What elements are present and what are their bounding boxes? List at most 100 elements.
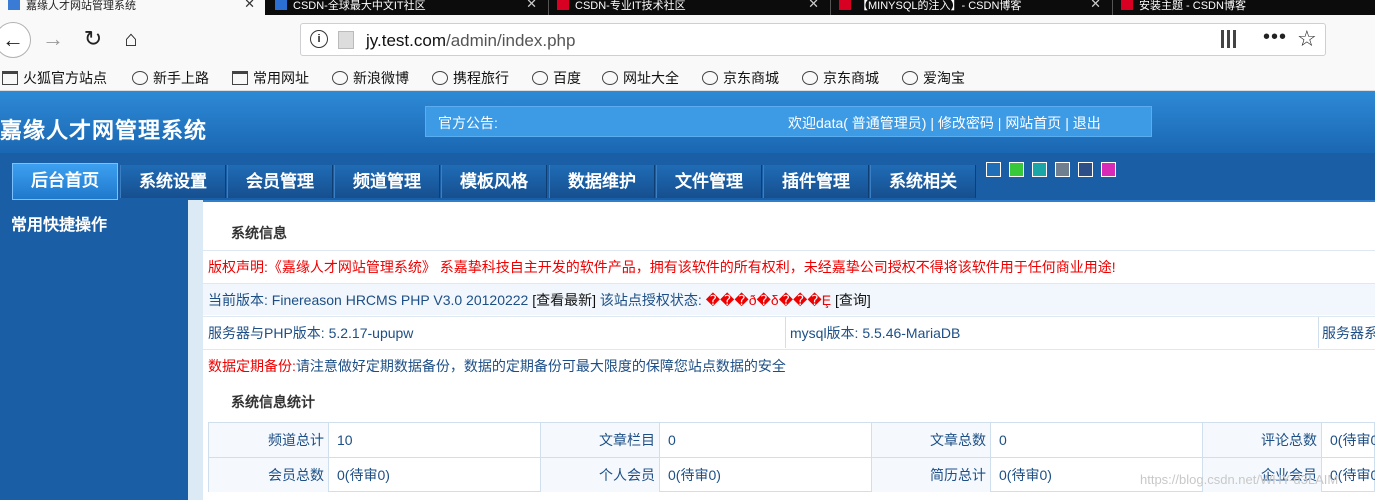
bookmark-item[interactable]: 常用网址 <box>232 68 309 88</box>
info-icon[interactable]: i <box>310 30 328 48</box>
backup-row: 数据定期备份:请注意做好定期数据备份，数据的定期备份可最大限度的保障您站点数据的… <box>203 349 1375 381</box>
cell-divider <box>785 317 786 348</box>
theme-swatch-green[interactable] <box>1009 162 1024 177</box>
stat-value: 0 <box>668 432 676 448</box>
back-arrow-icon[interactable]: ← <box>0 22 31 58</box>
bookmark-item[interactable]: 京东商城 <box>802 68 879 88</box>
forward-arrow-icon[interactable]: → <box>38 24 68 54</box>
close-icon[interactable]: ✕ <box>526 0 537 10</box>
browser-tab-bar: 嘉缘人才网站管理系统 ✕ CSDN-全球最大中文IT社区 ✕ CSDN-专业IT… <box>0 0 1375 15</box>
bookmark-item[interactable]: 新浪微博 <box>332 68 409 88</box>
stat-value: 10 <box>337 432 353 448</box>
theme-swatch-gray[interactable] <box>1055 162 1070 177</box>
server-row: 服务器与PHP版本: 5.2.17-upupw mysql版本: 5.5.46-… <box>203 316 1375 348</box>
check-latest-link[interactable]: [查看最新] <box>532 292 596 308</box>
menu-item-home[interactable]: 后台首页 <box>12 163 118 200</box>
bookmark-item[interactable]: 百度 <box>532 68 581 88</box>
user-links: 欢迎data( 普通管理员) | 修改密码 | 网站首页 | 退出 <box>788 113 1101 133</box>
site-title: 嘉缘人才网管理系统 <box>0 118 208 143</box>
theme-swatch-blue[interactable] <box>986 162 1001 177</box>
close-icon[interactable]: ✕ <box>808 0 819 10</box>
menu-item-members[interactable]: 会员管理 <box>227 165 333 198</box>
favicon-icon <box>839 0 851 10</box>
stat-label: 会员总数 <box>209 458 329 492</box>
bookmark-label: 京东商城 <box>823 70 879 86</box>
server-php-value: 5.2.17-upupw <box>328 325 414 341</box>
theme-swatch-navy[interactable] <box>1078 162 1093 177</box>
stat-label: 频道总计 <box>209 423 329 457</box>
query-link[interactable]: [查询] <box>835 292 871 308</box>
favicon-icon <box>1121 0 1133 10</box>
globe-icon <box>902 71 918 85</box>
browser-tab[interactable]: 【MINYSQL的注入】- CSDN博客 ✕ <box>831 0 1111 15</box>
stats-title: 系统信息统计 <box>231 394 315 410</box>
stat-value: 0 <box>999 432 1007 448</box>
menu-item-plugins[interactable]: 插件管理 <box>763 165 869 198</box>
home-icon[interactable]: ⌂ <box>116 24 146 54</box>
favicon-icon <box>8 0 20 10</box>
license-status: ���ð�δ���Ȩ <box>705 292 832 308</box>
bookmark-star-icon[interactable]: ☆ <box>1297 26 1317 52</box>
bookmark-item[interactable]: 京东商城 <box>702 68 779 88</box>
sidebar: 常用快捷操作 <box>0 200 188 500</box>
admin-header: 嘉缘人才网管理系统 官方公告: 欢迎data( 普通管理员) | 修改密码 | … <box>0 91 1375 153</box>
site-home-link[interactable]: 网站首页 <box>1005 115 1061 131</box>
logout-link[interactable]: 退出 <box>1073 115 1101 131</box>
license-label: 该站点授权状态: <box>599 292 702 308</box>
browser-tab[interactable]: CSDN-全球最大中文IT社区 ✕ <box>267 0 547 15</box>
bookmark-item[interactable]: 携程旅行 <box>432 68 509 88</box>
server-php-label: 服务器与PHP版本: <box>208 325 325 341</box>
address-bar[interactable]: i jy.test.com/admin/index.php ••• ☆ <box>300 23 1326 56</box>
mysql-value: 5.5.46-MariaDB <box>862 325 961 341</box>
version-row: 当前版本: Finereason HRCMS PHP V3.0 20120222… <box>203 283 1375 315</box>
stat-value: 0(待审0) <box>668 467 721 483</box>
copyright-row: 版权声明:《嘉缘人才网站管理系统》 系嘉挚科技自主开发的软件产品，拥有该软件的所… <box>203 250 1375 282</box>
browser-tab[interactable]: CSDN-专业IT技术社区 ✕ <box>549 0 829 15</box>
qr-code-icon[interactable] <box>1221 30 1239 48</box>
reload-icon[interactable]: ↻ <box>78 24 108 54</box>
url-text[interactable]: jy.test.com/admin/index.php <box>366 31 575 51</box>
sidebar-title[interactable]: 常用快捷操作 <box>11 211 107 235</box>
separator: | <box>997 115 1002 131</box>
favicon-icon <box>557 0 569 10</box>
menu-item-templates[interactable]: 模板风格 <box>441 165 547 198</box>
change-password-link[interactable]: 修改密码 <box>938 115 994 131</box>
bookmark-label: 常用网址 <box>253 70 309 86</box>
tab-label: 【MINYSQL的注入】- CSDN博客 <box>857 0 1022 12</box>
more-options-icon[interactable]: ••• <box>1263 26 1287 49</box>
bookmark-label: 火狐官方站点 <box>23 70 107 86</box>
bookmark-item[interactable]: 网址大全 <box>602 68 679 88</box>
bookmark-label: 新手上路 <box>153 70 209 86</box>
watermark: https://blog.csdn.net/WHY-d3LAIM <box>1140 472 1339 487</box>
bookmarks-toolbar: 火狐官方站点 新手上路 常用网址 新浪微博 携程旅行 百度 网址大全 京东商城 … <box>0 66 1375 91</box>
server-os-label: 服务器系 <box>1322 325 1375 341</box>
version-label: 当前版本: <box>208 292 268 308</box>
stat-label: 简历总计 <box>871 458 991 492</box>
separator: | <box>1065 115 1069 131</box>
browser-tab[interactable]: 安装主题 - CSDN博客 <box>1113 0 1375 15</box>
browser-toolbar: ← → ↻ ⌂ i jy.test.com/admin/index.php ••… <box>0 15 1375 66</box>
mysql-label: mysql版本: <box>790 325 859 341</box>
server-php-info: 服务器与PHP版本: 5.2.17-upupw <box>208 317 413 348</box>
menu-item-data-maintenance[interactable]: 数据维护 <box>549 165 655 198</box>
close-icon[interactable]: ✕ <box>1090 0 1101 10</box>
bookmark-item[interactable]: 爱淘宝 <box>902 68 965 88</box>
menu-item-files[interactable]: 文件管理 <box>656 165 762 198</box>
bookmark-item[interactable]: 火狐官方站点 <box>2 68 107 88</box>
menu-item-system-related[interactable]: 系统相关 <box>870 165 976 198</box>
tab-label: 嘉缘人才网站管理系统 <box>26 0 136 12</box>
menu-item-channels[interactable]: 频道管理 <box>334 165 440 198</box>
backup-label: 数据定期备份: <box>208 358 296 374</box>
bookmark-item[interactable]: 新手上路 <box>132 68 209 88</box>
theme-swatch-teal[interactable] <box>1032 162 1047 177</box>
stat-label: 个人会员 <box>540 458 660 492</box>
bookmark-label: 爱淘宝 <box>923 70 965 86</box>
notice-bar: 官方公告: 欢迎data( 普通管理员) | 修改密码 | 网站首页 | 退出 <box>425 106 1152 137</box>
system-info-title: 系统信息 <box>231 225 287 241</box>
close-icon[interactable]: ✕ <box>244 0 255 10</box>
version-info: 当前版本: Finereason HRCMS PHP V3.0 20120222… <box>208 284 871 315</box>
menu-item-system-settings[interactable]: 系统设置 <box>120 165 226 198</box>
globe-icon <box>432 71 448 85</box>
browser-tab-active[interactable]: 嘉缘人才网站管理系统 ✕ <box>0 0 265 15</box>
theme-swatch-magenta[interactable] <box>1101 162 1116 177</box>
